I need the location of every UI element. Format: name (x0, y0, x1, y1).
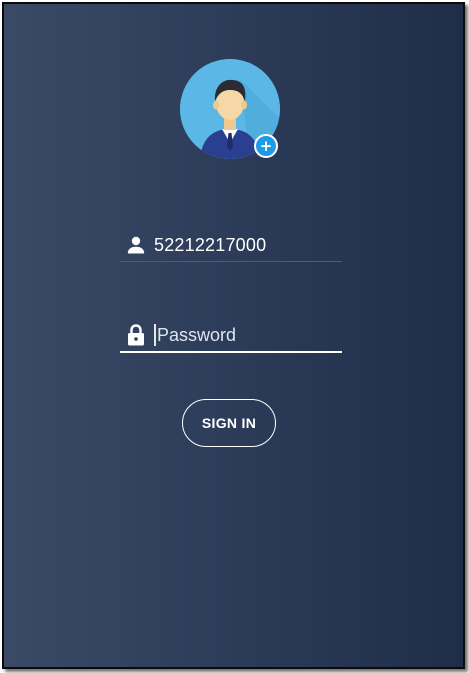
password-input[interactable] (157, 324, 337, 346)
sign-in-button[interactable]: SIGN IN (182, 399, 276, 447)
password-field[interactable] (120, 319, 342, 353)
username-field[interactable]: 52212217000 (120, 229, 342, 262)
login-screen: + 52212217000 SIGN IN (2, 2, 465, 669)
username-value: 52212217000 (154, 234, 267, 255)
text-cursor (154, 324, 156, 346)
lock-icon (122, 324, 150, 346)
person-icon (122, 234, 150, 256)
add-photo-badge[interactable]: + (254, 134, 278, 158)
profile-avatar[interactable]: + (180, 59, 284, 163)
